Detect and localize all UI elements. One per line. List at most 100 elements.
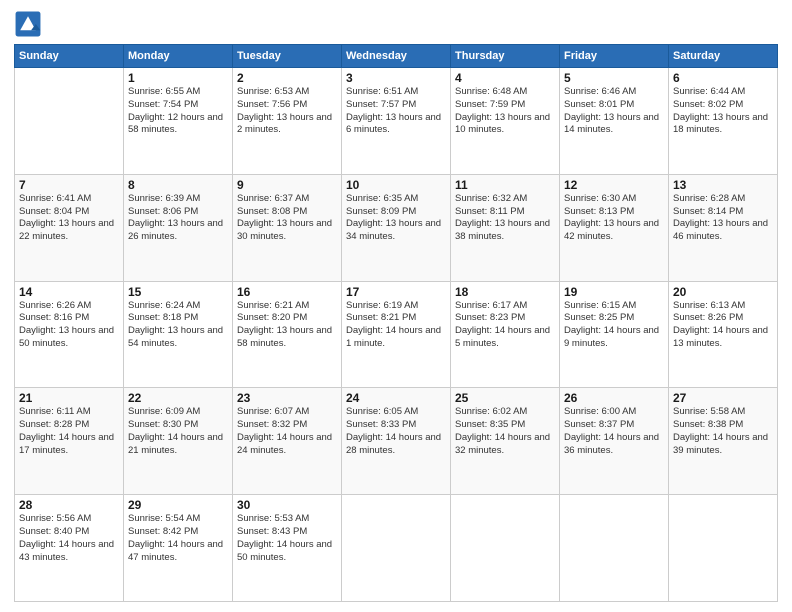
day-number: 1 xyxy=(128,71,228,85)
week-row-5: 28Sunrise: 5:56 AMSunset: 8:40 PMDayligh… xyxy=(15,495,778,602)
day-info: Sunrise: 6:39 AMSunset: 8:06 PMDaylight:… xyxy=(128,193,228,244)
day-number: 16 xyxy=(237,285,337,299)
day-number: 20 xyxy=(673,285,773,299)
day-cell: 24Sunrise: 6:05 AMSunset: 8:33 PMDayligh… xyxy=(342,388,451,495)
weekday-header-thursday: Thursday xyxy=(451,45,560,68)
day-cell xyxy=(560,495,669,602)
day-cell: 19Sunrise: 6:15 AMSunset: 8:25 PMDayligh… xyxy=(560,281,669,388)
day-number: 26 xyxy=(564,391,664,405)
day-number: 28 xyxy=(19,498,119,512)
day-cell: 2Sunrise: 6:53 AMSunset: 7:56 PMDaylight… xyxy=(233,68,342,175)
day-number: 30 xyxy=(237,498,337,512)
day-number: 11 xyxy=(455,178,555,192)
day-number: 24 xyxy=(346,391,446,405)
day-cell: 7Sunrise: 6:41 AMSunset: 8:04 PMDaylight… xyxy=(15,174,124,281)
day-number: 19 xyxy=(564,285,664,299)
day-cell: 20Sunrise: 6:13 AMSunset: 8:26 PMDayligh… xyxy=(669,281,778,388)
logo-icon xyxy=(14,10,42,38)
logo xyxy=(14,10,45,38)
day-number: 10 xyxy=(346,178,446,192)
day-cell: 25Sunrise: 6:02 AMSunset: 8:35 PMDayligh… xyxy=(451,388,560,495)
day-cell: 11Sunrise: 6:32 AMSunset: 8:11 PMDayligh… xyxy=(451,174,560,281)
day-cell: 16Sunrise: 6:21 AMSunset: 8:20 PMDayligh… xyxy=(233,281,342,388)
day-number: 12 xyxy=(564,178,664,192)
day-cell xyxy=(451,495,560,602)
day-cell: 12Sunrise: 6:30 AMSunset: 8:13 PMDayligh… xyxy=(560,174,669,281)
day-info: Sunrise: 6:32 AMSunset: 8:11 PMDaylight:… xyxy=(455,193,555,244)
day-number: 13 xyxy=(673,178,773,192)
day-info: Sunrise: 6:26 AMSunset: 8:16 PMDaylight:… xyxy=(19,300,119,351)
day-info: Sunrise: 6:05 AMSunset: 8:33 PMDaylight:… xyxy=(346,406,446,457)
day-cell xyxy=(342,495,451,602)
day-number: 4 xyxy=(455,71,555,85)
day-number: 2 xyxy=(237,71,337,85)
day-number: 6 xyxy=(673,71,773,85)
day-number: 15 xyxy=(128,285,228,299)
day-cell: 18Sunrise: 6:17 AMSunset: 8:23 PMDayligh… xyxy=(451,281,560,388)
day-cell: 5Sunrise: 6:46 AMSunset: 8:01 PMDaylight… xyxy=(560,68,669,175)
day-cell: 6Sunrise: 6:44 AMSunset: 8:02 PMDaylight… xyxy=(669,68,778,175)
day-cell: 22Sunrise: 6:09 AMSunset: 8:30 PMDayligh… xyxy=(124,388,233,495)
day-info: Sunrise: 6:02 AMSunset: 8:35 PMDaylight:… xyxy=(455,406,555,457)
day-info: Sunrise: 6:55 AMSunset: 7:54 PMDaylight:… xyxy=(128,86,228,137)
day-cell: 1Sunrise: 6:55 AMSunset: 7:54 PMDaylight… xyxy=(124,68,233,175)
day-cell: 13Sunrise: 6:28 AMSunset: 8:14 PMDayligh… xyxy=(669,174,778,281)
weekday-header-sunday: Sunday xyxy=(15,45,124,68)
day-cell: 29Sunrise: 5:54 AMSunset: 8:42 PMDayligh… xyxy=(124,495,233,602)
day-info: Sunrise: 6:44 AMSunset: 8:02 PMDaylight:… xyxy=(673,86,773,137)
day-info: Sunrise: 6:15 AMSunset: 8:25 PMDaylight:… xyxy=(564,300,664,351)
day-info: Sunrise: 6:51 AMSunset: 7:57 PMDaylight:… xyxy=(346,86,446,137)
day-cell: 3Sunrise: 6:51 AMSunset: 7:57 PMDaylight… xyxy=(342,68,451,175)
day-number: 21 xyxy=(19,391,119,405)
day-number: 23 xyxy=(237,391,337,405)
header xyxy=(14,10,778,38)
day-cell: 17Sunrise: 6:19 AMSunset: 8:21 PMDayligh… xyxy=(342,281,451,388)
day-number: 27 xyxy=(673,391,773,405)
day-info: Sunrise: 5:54 AMSunset: 8:42 PMDaylight:… xyxy=(128,513,228,564)
week-row-4: 21Sunrise: 6:11 AMSunset: 8:28 PMDayligh… xyxy=(15,388,778,495)
weekday-header-tuesday: Tuesday xyxy=(233,45,342,68)
weekday-header-wednesday: Wednesday xyxy=(342,45,451,68)
day-number: 25 xyxy=(455,391,555,405)
day-cell: 27Sunrise: 5:58 AMSunset: 8:38 PMDayligh… xyxy=(669,388,778,495)
day-info: Sunrise: 5:56 AMSunset: 8:40 PMDaylight:… xyxy=(19,513,119,564)
weekday-header-row: SundayMondayTuesdayWednesdayThursdayFrid… xyxy=(15,45,778,68)
day-number: 3 xyxy=(346,71,446,85)
day-info: Sunrise: 6:07 AMSunset: 8:32 PMDaylight:… xyxy=(237,406,337,457)
day-info: Sunrise: 6:11 AMSunset: 8:28 PMDaylight:… xyxy=(19,406,119,457)
day-number: 22 xyxy=(128,391,228,405)
day-info: Sunrise: 6:17 AMSunset: 8:23 PMDaylight:… xyxy=(455,300,555,351)
weekday-header-friday: Friday xyxy=(560,45,669,68)
day-cell: 30Sunrise: 5:53 AMSunset: 8:43 PMDayligh… xyxy=(233,495,342,602)
day-info: Sunrise: 6:46 AMSunset: 8:01 PMDaylight:… xyxy=(564,86,664,137)
day-info: Sunrise: 6:37 AMSunset: 8:08 PMDaylight:… xyxy=(237,193,337,244)
day-info: Sunrise: 6:00 AMSunset: 8:37 PMDaylight:… xyxy=(564,406,664,457)
day-cell: 14Sunrise: 6:26 AMSunset: 8:16 PMDayligh… xyxy=(15,281,124,388)
day-number: 29 xyxy=(128,498,228,512)
day-number: 5 xyxy=(564,71,664,85)
day-cell: 21Sunrise: 6:11 AMSunset: 8:28 PMDayligh… xyxy=(15,388,124,495)
day-info: Sunrise: 6:53 AMSunset: 7:56 PMDaylight:… xyxy=(237,86,337,137)
day-info: Sunrise: 6:48 AMSunset: 7:59 PMDaylight:… xyxy=(455,86,555,137)
week-row-2: 7Sunrise: 6:41 AMSunset: 8:04 PMDaylight… xyxy=(15,174,778,281)
day-info: Sunrise: 5:58 AMSunset: 8:38 PMDaylight:… xyxy=(673,406,773,457)
day-info: Sunrise: 6:21 AMSunset: 8:20 PMDaylight:… xyxy=(237,300,337,351)
day-info: Sunrise: 6:41 AMSunset: 8:04 PMDaylight:… xyxy=(19,193,119,244)
day-number: 14 xyxy=(19,285,119,299)
day-info: Sunrise: 6:24 AMSunset: 8:18 PMDaylight:… xyxy=(128,300,228,351)
weekday-header-saturday: Saturday xyxy=(669,45,778,68)
day-cell: 4Sunrise: 6:48 AMSunset: 7:59 PMDaylight… xyxy=(451,68,560,175)
day-number: 8 xyxy=(128,178,228,192)
day-info: Sunrise: 6:13 AMSunset: 8:26 PMDaylight:… xyxy=(673,300,773,351)
day-number: 18 xyxy=(455,285,555,299)
day-number: 9 xyxy=(237,178,337,192)
day-cell: 9Sunrise: 6:37 AMSunset: 8:08 PMDaylight… xyxy=(233,174,342,281)
calendar-page: SundayMondayTuesdayWednesdayThursdayFrid… xyxy=(0,0,792,612)
day-info: Sunrise: 6:09 AMSunset: 8:30 PMDaylight:… xyxy=(128,406,228,457)
day-info: Sunrise: 6:35 AMSunset: 8:09 PMDaylight:… xyxy=(346,193,446,244)
day-cell: 15Sunrise: 6:24 AMSunset: 8:18 PMDayligh… xyxy=(124,281,233,388)
day-cell: 10Sunrise: 6:35 AMSunset: 8:09 PMDayligh… xyxy=(342,174,451,281)
day-info: Sunrise: 6:30 AMSunset: 8:13 PMDaylight:… xyxy=(564,193,664,244)
day-info: Sunrise: 6:28 AMSunset: 8:14 PMDaylight:… xyxy=(673,193,773,244)
day-number: 17 xyxy=(346,285,446,299)
